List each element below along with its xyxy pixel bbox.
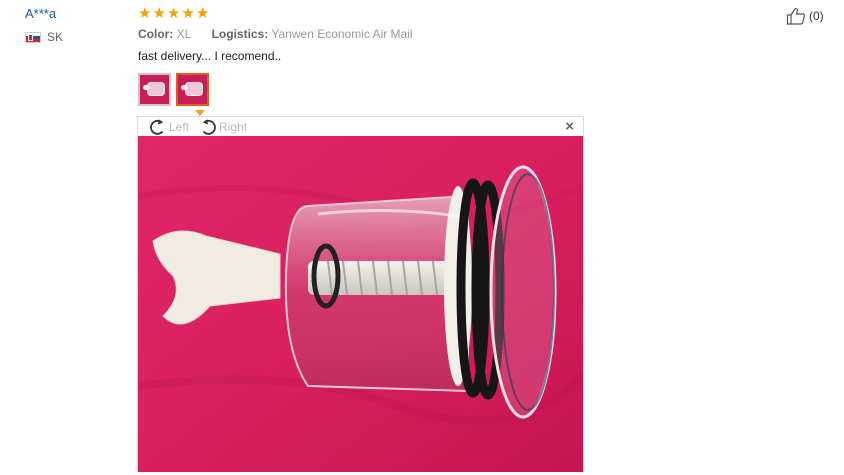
star-rating: ★ ★ ★ ★ ★ xyxy=(138,6,209,21)
color-value: XL xyxy=(176,27,191,41)
review-photo xyxy=(138,136,583,472)
helpful-count: (0) xyxy=(809,9,824,23)
star-icon: ★ xyxy=(181,5,195,22)
close-icon[interactable]: × xyxy=(565,119,574,134)
photo-thumbnails xyxy=(138,73,209,106)
order-attributes: Color: XL Logistics: Yanwen Economic Air… xyxy=(138,27,413,41)
star-icon: ★ xyxy=(152,5,166,22)
rotate-left-button[interactable]: Left xyxy=(148,118,189,136)
photo-thumbnail[interactable] xyxy=(138,73,171,106)
image-viewer: Left Right × xyxy=(137,116,584,472)
feedback-text: fast delivery... I recomend.. xyxy=(138,49,282,63)
photo-thumbnail-selected[interactable] xyxy=(176,73,209,106)
buyer-country: SK xyxy=(25,30,63,44)
star-icon: ★ xyxy=(195,5,210,22)
star-icon: ★ xyxy=(138,5,152,22)
country-code: SK xyxy=(47,30,64,44)
logistics-label: Logistics: xyxy=(211,27,269,41)
slovakia-flag-icon xyxy=(25,31,41,43)
helpful-button[interactable]: (0) xyxy=(786,7,824,25)
thumbs-up-icon xyxy=(786,8,806,25)
buyer-name[interactable]: A***a xyxy=(25,6,56,21)
review-photo-image xyxy=(138,136,583,472)
rotate-right-button[interactable]: Right xyxy=(198,118,247,136)
rotate-right-label: Right xyxy=(219,120,248,134)
viewer-toolbar: Left Right × xyxy=(138,117,583,137)
star-icon: ★ xyxy=(166,5,181,22)
rotate-right-icon xyxy=(202,119,216,135)
color-label: Color: xyxy=(138,27,174,41)
rotate-left-label: Left xyxy=(169,120,190,134)
logistics-value: Yanwen Economic Air Mail xyxy=(271,27,413,41)
rotate-left-icon xyxy=(150,119,164,135)
